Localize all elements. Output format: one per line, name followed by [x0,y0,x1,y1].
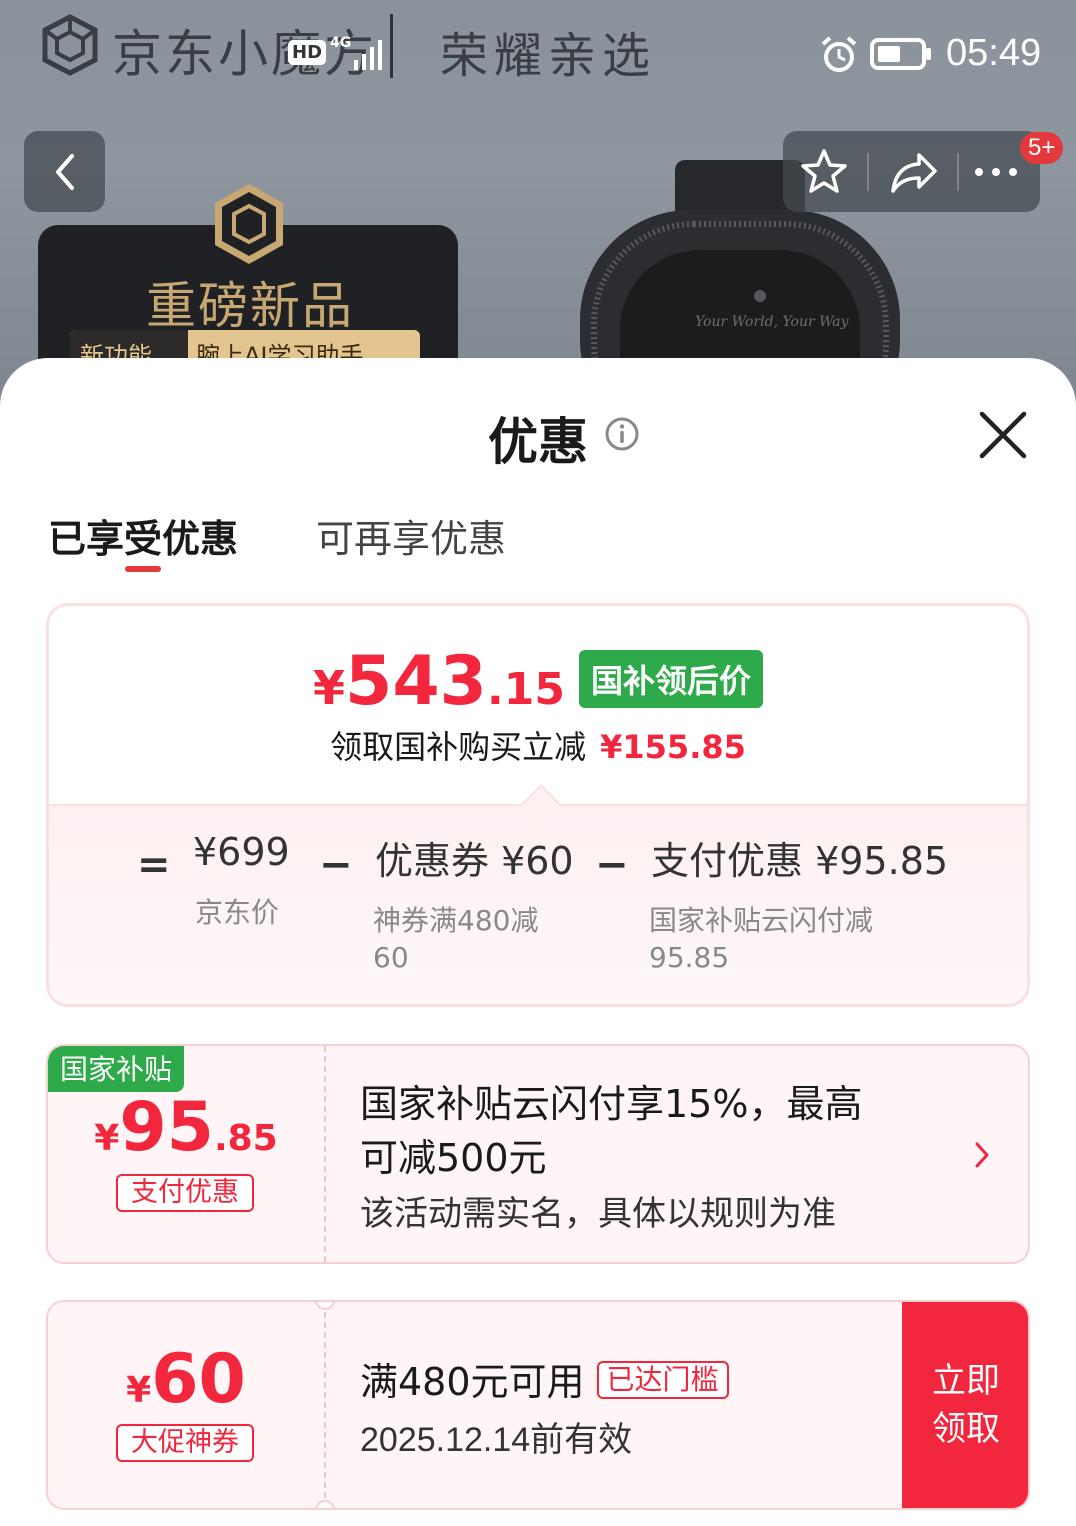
breakdown-operator: = [137,842,171,888]
jd-cube-logo-icon [42,14,98,76]
final-price-row: ¥543.15 国补领后价 [49,642,1027,721]
coupon-title-line2: 可减500元 [360,1136,547,1180]
breakdown-jd-price-label: 京东价 [195,896,280,929]
coupon-title-line1: 国家补贴云闪付享15%，最高 [360,1082,863,1126]
national-subsidy-tag: 国家补贴 [48,1046,185,1092]
active-tab-indicator [125,566,161,572]
share-arrow-icon [891,153,937,193]
savings-row: 领取国补购买立减 ¥155.85 [49,722,1027,768]
chevron-left-icon [55,153,74,190]
subsidy-price-tag: 国补领后价 [578,650,763,708]
breakdown-operator: − [595,842,629,888]
payment-discount-card[interactable]: 国家补贴 ¥95.85 支付优惠 国家补贴云闪付享15%，最高 可减500元 该… [46,1044,1030,1264]
message-count-badge: 5+ [1020,132,1064,164]
breakdown-operator: − [319,842,353,888]
sheet-title: 优惠 [0,402,1076,474]
final-price: ¥543.15 [313,642,565,721]
brand-name-secondary: 荣耀亲选 [440,28,657,84]
coupon-amount-integer: 95 [119,1088,214,1167]
coupon-currency: ¥ [126,1370,152,1411]
action-separator [957,153,959,191]
discount-sheet: 优惠 已享受优惠 可再享优惠 ¥543.15 国补领后价 领取国补购买立减 ¥15… [0,358,1076,1526]
breakdown-coupon: 优惠券 ¥60 [375,839,574,883]
alarm-icon [821,36,857,72]
price-breakdown: = ¥699 京东价 − 优惠券 ¥60 神券满480减 60 − 支付优惠 ¥… [49,804,1027,1004]
coupon-amount-area: 国家补贴 ¥95.85 支付优惠 [48,1046,324,1262]
product-background: 京东小魔方 HD 4G 荣耀亲选 05:49 重磅新品 新功能 腕上AI学习助手… [0,0,1076,420]
more-dots-icon [975,168,1017,176]
coupon-divider [324,1302,326,1508]
sheet-title-text: 优惠 [488,413,588,471]
coupon-condition: 满480元可用 已达门槛 [360,1356,729,1408]
coupon-notch-bottom [315,1500,335,1508]
threshold-reached-tag: 已达门槛 [596,1361,729,1399]
coupon-type-label: 支付优惠 [116,1174,254,1212]
top-action-bar [783,131,1040,212]
back-button[interactable] [24,131,105,212]
price-summary-top: ¥543.15 国补领后价 领取国补购买立减 ¥155.85 [49,606,1027,804]
tab-more-discounts[interactable]: 可再享优惠 [316,508,506,563]
coupon-amount-decimal: .85 [213,1118,278,1159]
claim-coupon-label: 立即领取 [932,1361,1000,1449]
coupon-amount: ¥95.85 [48,1088,324,1167]
final-price-currency: ¥ [313,661,346,715]
status-divider [390,14,393,78]
savings-label: 领取国补购买立减 [330,728,587,766]
info-icon[interactable] [604,416,640,452]
store-coupon-card: ¥60 大促神券 满480元可用 已达门槛 2025.12.14前有效 立即领取 [46,1300,1030,1510]
savings-amount: ¥155.85 [600,728,746,766]
claim-coupon-button[interactable]: 立即领取 [902,1302,1028,1508]
final-price-decimal: .15 [487,664,565,715]
coupon-type-label: 大促神券 [116,1424,254,1462]
more-button[interactable] [971,147,1021,197]
star-icon [801,149,847,193]
promo-title: 重磅新品 [146,277,354,335]
battery-icon [870,38,931,70]
coupon-validity: 2025.12.14前有效 [360,1421,633,1459]
hexagon-badge-icon [215,184,283,264]
final-price-integer: 543 [345,642,487,721]
hd-indicator: HD [288,40,327,65]
favorite-button[interactable] [799,147,849,197]
status-bar: 京东小魔方 HD 4G 荣耀亲选 05:49 [0,0,1076,100]
coupon-currency: ¥ [94,1118,120,1159]
breakdown-payment-desc: 国家补贴云闪付减 95.85 [649,904,874,974]
coupon-amount: ¥60 [48,1340,324,1419]
close-icon[interactable] [976,408,1030,462]
status-time: 05:49 [946,32,1042,74]
breakdown-coupon-desc: 神券满480减 60 [373,904,539,974]
coupon-divider [324,1046,326,1262]
signal-icon [354,40,382,70]
price-summary-card: ¥543.15 国补领后价 领取国补购买立减 ¥155.85 = ¥699 京东价… [46,603,1030,1007]
breakdown-payment: 支付优惠 ¥95.85 [651,839,949,883]
coupon-amount-integer: 60 [151,1340,246,1419]
coupon-amount-area: ¥60 大促神券 [48,1302,324,1508]
coupon-description: 该活动需实名，具体以规则为准 [360,1194,836,1234]
svg-text:Your World, Your Way: Your World, Your Way [695,314,850,330]
share-button[interactable] [889,147,939,197]
chevron-right-icon[interactable] [968,1140,996,1170]
action-separator [867,153,869,191]
tab-enjoyed-discounts[interactable]: 已享受优惠 [48,508,238,563]
coupon-threshold-text: 满480元可用 [360,1360,585,1404]
breakdown-jd-price: ¥699 [193,830,290,874]
